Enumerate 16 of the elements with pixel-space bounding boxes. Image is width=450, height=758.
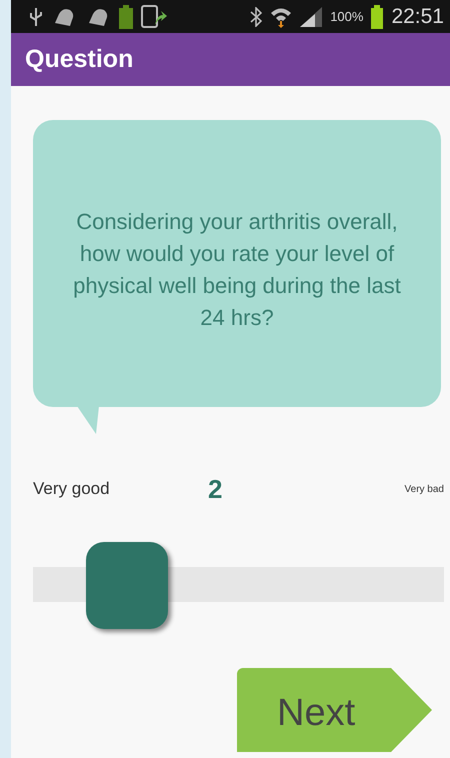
rating-value: 2 bbox=[208, 474, 224, 504]
question-text: Considering your arthritis overall, how would you rate your level of physical well being during the last 24 hrs? bbox=[72, 208, 402, 332]
battery-icon bbox=[371, 4, 384, 28]
max-label: Very bad bbox=[404, 484, 444, 494]
battery-percent: 100% bbox=[330, 9, 364, 24]
battery-icon bbox=[119, 4, 133, 28]
usb-icon bbox=[29, 6, 43, 26]
wifi-icon bbox=[270, 6, 292, 28]
next-button[interactable]: Next bbox=[237, 668, 432, 752]
min-label: Very good bbox=[33, 479, 111, 499]
slider-thumb[interactable] bbox=[86, 542, 168, 629]
clock: 22:51 bbox=[391, 4, 444, 28]
signal-icon bbox=[300, 6, 322, 26]
bluetooth-icon bbox=[250, 6, 262, 26]
phone-arrow-icon bbox=[141, 4, 167, 28]
screen-title: Question bbox=[25, 45, 134, 74]
